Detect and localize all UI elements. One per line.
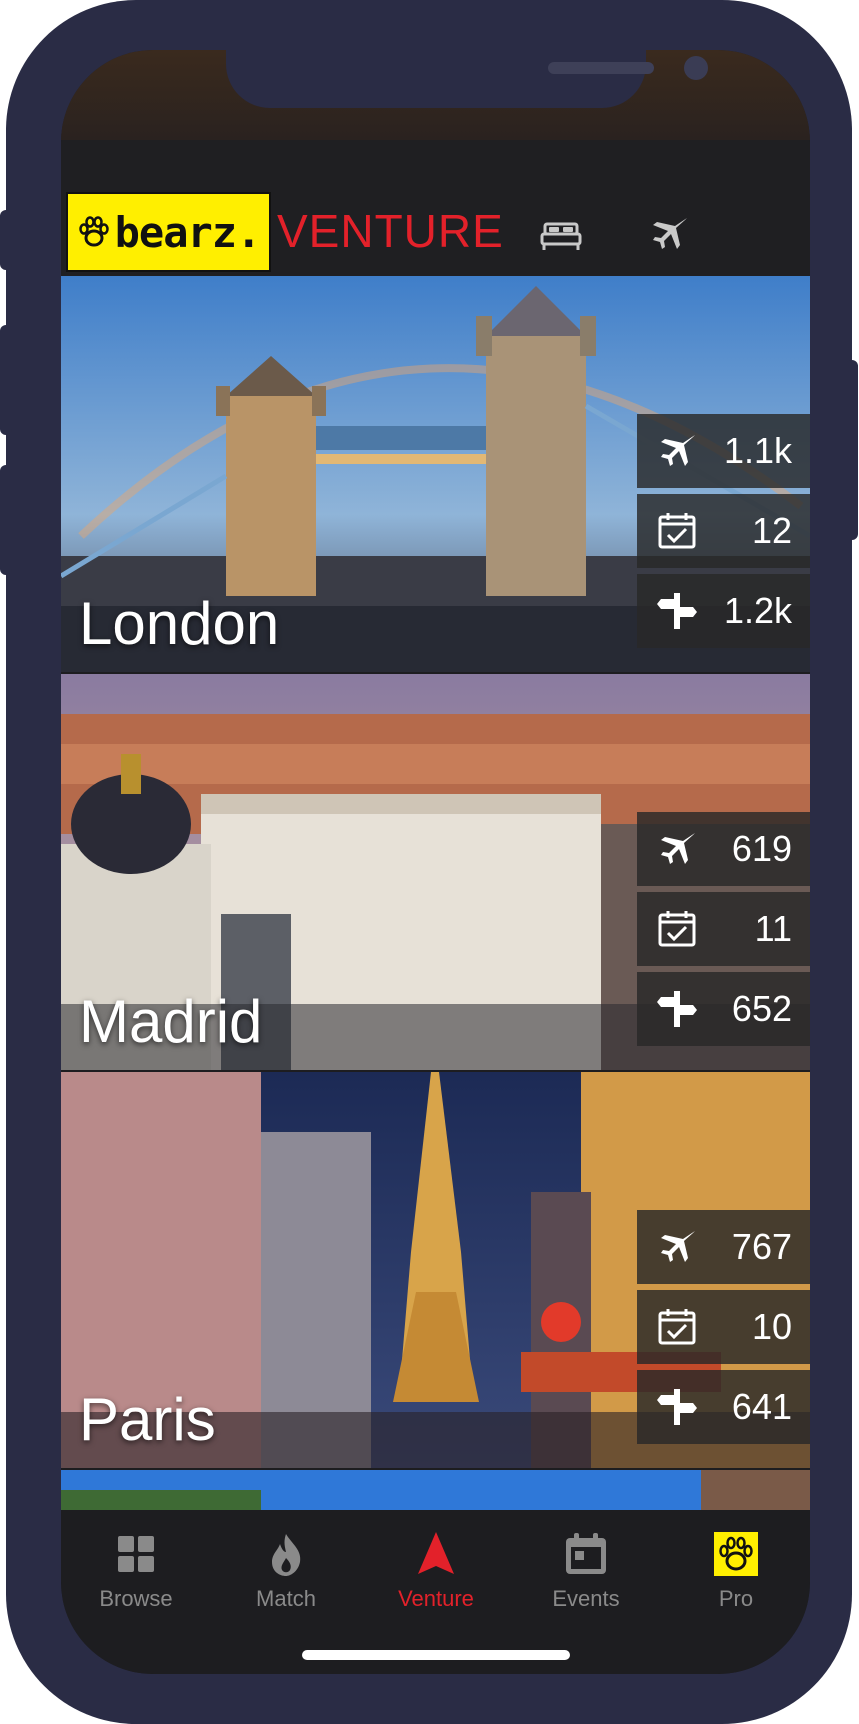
city-name: London	[79, 590, 280, 657]
side-button-volume-down	[0, 465, 12, 575]
phone-frame: bearz. VENTURE London 1.1k 12 1.2k Madri…	[0, 0, 858, 1724]
places-stat: 1.2k	[637, 574, 810, 648]
calendar-check-icon	[658, 513, 696, 549]
tab-label: Venture	[398, 1586, 474, 1611]
paw-badge-icon	[714, 1532, 758, 1576]
navigation-arrow-icon	[418, 1532, 454, 1574]
tab-label: Pro	[718, 1586, 754, 1611]
flights-count: 1.1k	[723, 430, 792, 471]
app-header: bearz. VENTURE	[61, 140, 810, 276]
tab-label: Browse	[99, 1586, 173, 1611]
signpost-icon	[657, 1389, 697, 1425]
flights-stat: 1.1k	[637, 414, 810, 488]
flights-count: 767	[731, 1226, 792, 1267]
tab-events[interactable]: Events	[511, 1530, 661, 1612]
airplane-icon	[661, 435, 695, 466]
places-stat: 641	[637, 1370, 810, 1444]
tab-label: Events	[552, 1586, 620, 1611]
tab-venture[interactable]: Venture	[361, 1530, 511, 1612]
places-stat: 652	[637, 972, 810, 1046]
calendar-check-icon	[658, 911, 696, 947]
speaker	[548, 62, 654, 74]
airplane-icon	[661, 833, 695, 864]
events-count: 11	[754, 908, 792, 949]
places-count: 652	[731, 988, 792, 1029]
events-count: 12	[751, 510, 792, 551]
bed-icon[interactable]	[539, 212, 583, 256]
flights-stat: 767	[637, 1210, 810, 1284]
screen: bearz. VENTURE London 1.1k 12 1.2k Madri…	[61, 50, 810, 1674]
calendar-icon	[566, 1533, 606, 1574]
tab-label: Match	[256, 1586, 316, 1611]
events-stat: 10	[637, 1290, 810, 1364]
city-name: Madrid	[79, 988, 263, 1055]
flame-icon	[272, 1534, 301, 1576]
city-list: London 1.1k 12 1.2k Madrid 619 11 652 Pa…	[61, 276, 810, 1566]
logo-text: bearz.	[114, 207, 262, 257]
signpost-icon	[657, 593, 697, 629]
flights-stat: 619	[637, 812, 810, 886]
calendar-check-icon	[658, 1309, 696, 1345]
side-button-power	[846, 360, 858, 540]
signpost-icon	[657, 991, 697, 1027]
events-count: 10	[751, 1306, 792, 1347]
city-card-madrid[interactable]: Madrid 619 11 652	[61, 674, 810, 1072]
bearz-logo[interactable]: bearz.	[66, 192, 271, 272]
tab-browse[interactable]: Browse	[61, 1530, 211, 1612]
tab-pro[interactable]: Pro	[661, 1530, 810, 1612]
front-camera	[684, 56, 708, 80]
home-indicator[interactable]	[302, 1650, 570, 1660]
tab-match[interactable]: Match	[211, 1530, 361, 1612]
flights-count: 619	[731, 828, 792, 869]
city-name: Paris	[79, 1386, 216, 1453]
city-card-london[interactable]: London 1.1k 12 1.2k	[61, 276, 810, 674]
events-stat: 12	[637, 494, 810, 568]
city-card-paris[interactable]: Paris 767 10 641	[61, 1072, 810, 1470]
side-button-volume-up	[0, 325, 12, 435]
side-button-mute	[0, 210, 12, 270]
grid-icon	[118, 1536, 154, 1572]
notch	[226, 50, 708, 108]
places-count: 641	[731, 1386, 792, 1427]
airplane-icon[interactable]	[647, 212, 691, 256]
events-stat: 11	[637, 892, 810, 966]
section-title: VENTURE	[277, 205, 504, 257]
paw-icon	[78, 216, 109, 247]
airplane-icon	[661, 1231, 695, 1262]
places-count: 1.2k	[723, 590, 792, 631]
